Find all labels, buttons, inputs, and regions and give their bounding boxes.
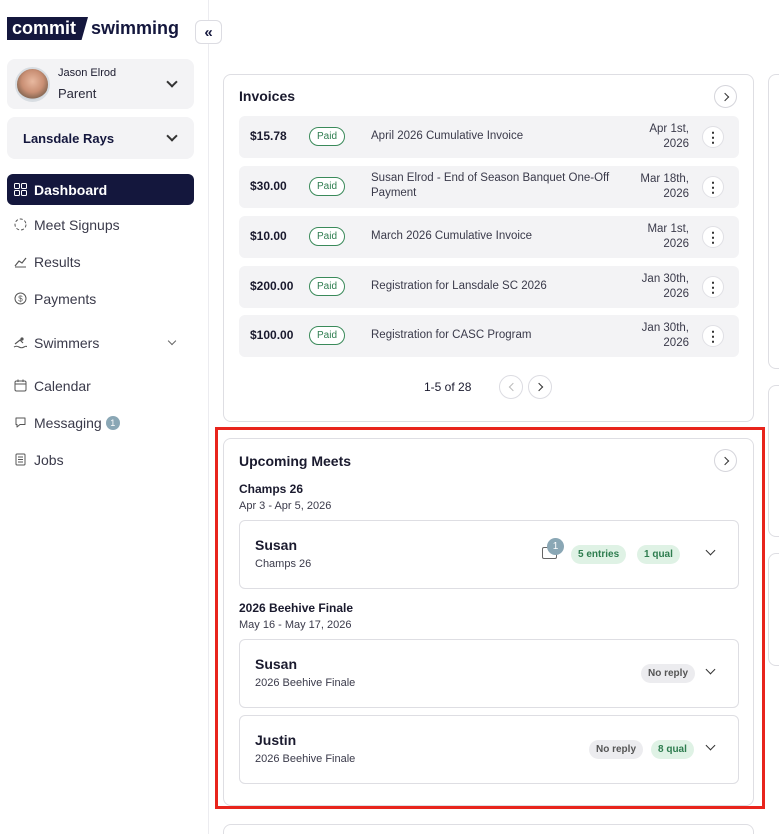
chevron-down-icon	[166, 130, 178, 142]
invoice-amount: $15.78	[250, 129, 287, 143]
status-badge: Paid	[309, 177, 346, 196]
invoice-date-line: Mar 18th,	[640, 173, 689, 185]
invoice-date-year: 2026	[663, 188, 689, 200]
team-switcher[interactable]: Lansdale Rays	[7, 117, 194, 159]
meet-signups-icon	[13, 218, 27, 232]
calendar-icon	[13, 379, 27, 393]
sidebar-item-label: Results	[34, 253, 81, 270]
status-badge: Paid	[309, 227, 346, 246]
sidebar-item-label: Meet Signups	[34, 216, 120, 233]
invoice-amount: $30.00	[250, 179, 287, 193]
sidebar-item-payments[interactable]: $ Payments	[7, 283, 194, 314]
right-panel	[768, 553, 779, 666]
sidebar-item-label: Jobs	[34, 451, 64, 468]
messaging-badge: 1	[105, 415, 120, 430]
sidebar-item-swimmers[interactable]: Swimmers	[7, 327, 194, 358]
sidebar-item-label: Messaging	[34, 414, 102, 431]
swimmers-icon	[13, 336, 27, 350]
invoice-description: Susan Elrod - End of Season Banquet One-…	[371, 172, 610, 199]
sidebar-item-label: Dashboard	[34, 181, 108, 198]
invoice-date: Mar 18th, 2026	[599, 172, 689, 202]
sidebar-item-dashboard[interactable]: Dashboard	[7, 174, 194, 205]
avatar	[15, 67, 50, 102]
invoices-panel: Invoices $15.78 Paid April 2026 Cumulati…	[223, 74, 754, 422]
sidebar-nav: Dashboard Meet Signups Results $ Payment…	[7, 174, 194, 475]
collapse-sidebar-button[interactable]: «	[195, 20, 222, 44]
app: commit swimming Jason Elrod Parent Lansd…	[0, 0, 779, 834]
right-panel	[768, 74, 779, 369]
invoice-row[interactable]: $100.00 Paid Registration for CASC Progr…	[239, 315, 739, 357]
more-options-icon[interactable]: ⋮	[702, 325, 724, 347]
highlight-box	[215, 427, 765, 809]
invoice-date-year: 2026	[663, 288, 689, 300]
chevron-right-icon	[534, 382, 544, 392]
results-icon	[13, 255, 27, 269]
chevron-down-icon	[166, 76, 178, 88]
next-panel	[223, 824, 754, 834]
invoice-date-line: Jan 30th,	[641, 322, 689, 334]
invoice-date-line: Apr 1st,	[649, 123, 689, 135]
team-name: Lansdale Rays	[23, 131, 115, 146]
invoice-date-year: 2026	[663, 238, 689, 250]
invoice-date: Mar 1st, 2026	[599, 222, 689, 252]
invoice-amount: $200.00	[250, 279, 294, 293]
invoice-date-year: 2026	[663, 337, 689, 349]
pagination-label: 1-5 of 28	[424, 380, 472, 394]
invoices-title: Invoices	[239, 88, 296, 104]
sidebar-item-calendar[interactable]: Calendar	[7, 370, 194, 401]
sidebar-item-results[interactable]: Results	[7, 246, 194, 277]
messaging-icon	[13, 416, 27, 430]
more-options-icon[interactable]: ⋮	[702, 226, 724, 248]
pagination: 1-5 of 28	[424, 375, 564, 399]
sidebar-item-jobs[interactable]: Jobs	[7, 444, 194, 475]
more-options-icon[interactable]: ⋮	[702, 176, 724, 198]
logo-swimming: swimming	[91, 18, 180, 38]
chevron-left-icon	[508, 382, 517, 392]
sidebar-item-meet-signups[interactable]: Meet Signups	[7, 209, 194, 240]
invoice-row[interactable]: $200.00 Paid Registration for Lansdale S…	[239, 266, 739, 308]
invoice-amount: $10.00	[250, 229, 287, 243]
invoice-date-line: Mar 1st,	[647, 223, 689, 235]
sidebar-item-messaging[interactable]: Messaging 1	[7, 407, 194, 438]
sidebar-item-label: Payments	[34, 290, 97, 307]
invoice-row[interactable]: $10.00 Paid March 2026 Cumulative Invoic…	[239, 216, 739, 258]
invoice-description: March 2026 Cumulative Invoice	[371, 230, 533, 242]
user-name: Jason Elrod	[58, 67, 117, 79]
invoice-date: Jan 30th, 2026	[599, 272, 689, 302]
sidebar: commit swimming Jason Elrod Parent Lansd…	[0, 0, 209, 834]
invoice-description: Registration for Lansdale SC 2026	[371, 280, 547, 292]
invoice-amount: $100.00	[250, 328, 294, 342]
invoice-date-line: Jan 30th,	[641, 273, 689, 285]
logo-commit: commit	[7, 17, 89, 40]
invoice-description: April 2026 Cumulative Invoice	[371, 130, 524, 142]
invoice-row[interactable]: $15.78 Paid April 2026 Cumulative Invoic…	[239, 116, 739, 158]
invoice-row[interactable]: $30.00 Paid Susan Elrod - End of Season …	[239, 166, 739, 208]
previous-page-button[interactable]	[499, 375, 523, 399]
sidebar-item-label: Calendar	[34, 377, 91, 394]
chevron-right-icon	[720, 92, 729, 101]
status-badge: Paid	[309, 277, 346, 296]
invoices-open-button[interactable]	[714, 85, 737, 108]
jobs-icon	[13, 453, 27, 467]
invoice-date: Jan 30th, 2026	[599, 321, 689, 351]
next-page-button[interactable]	[528, 375, 552, 399]
svg-text:$: $	[18, 295, 23, 304]
right-panel	[768, 385, 779, 537]
invoice-date-year: 2026	[663, 138, 689, 150]
invoice-description: Registration for CASC Program	[371, 329, 532, 341]
sidebar-item-label: Swimmers	[34, 334, 100, 351]
more-options-icon[interactable]: ⋮	[702, 276, 724, 298]
user-role: Parent	[58, 86, 97, 101]
logo[interactable]: commit swimming	[7, 17, 179, 40]
status-badge: Paid	[309, 326, 346, 345]
user-switcher[interactable]: Jason Elrod Parent	[7, 59, 194, 109]
dashboard-icon	[13, 183, 27, 197]
chevron-down-icon	[167, 336, 177, 346]
more-options-icon[interactable]: ⋮	[702, 126, 724, 148]
payments-icon: $	[13, 292, 27, 306]
status-badge: Paid	[309, 127, 346, 146]
invoice-date: Apr 1st, 2026	[599, 122, 689, 152]
